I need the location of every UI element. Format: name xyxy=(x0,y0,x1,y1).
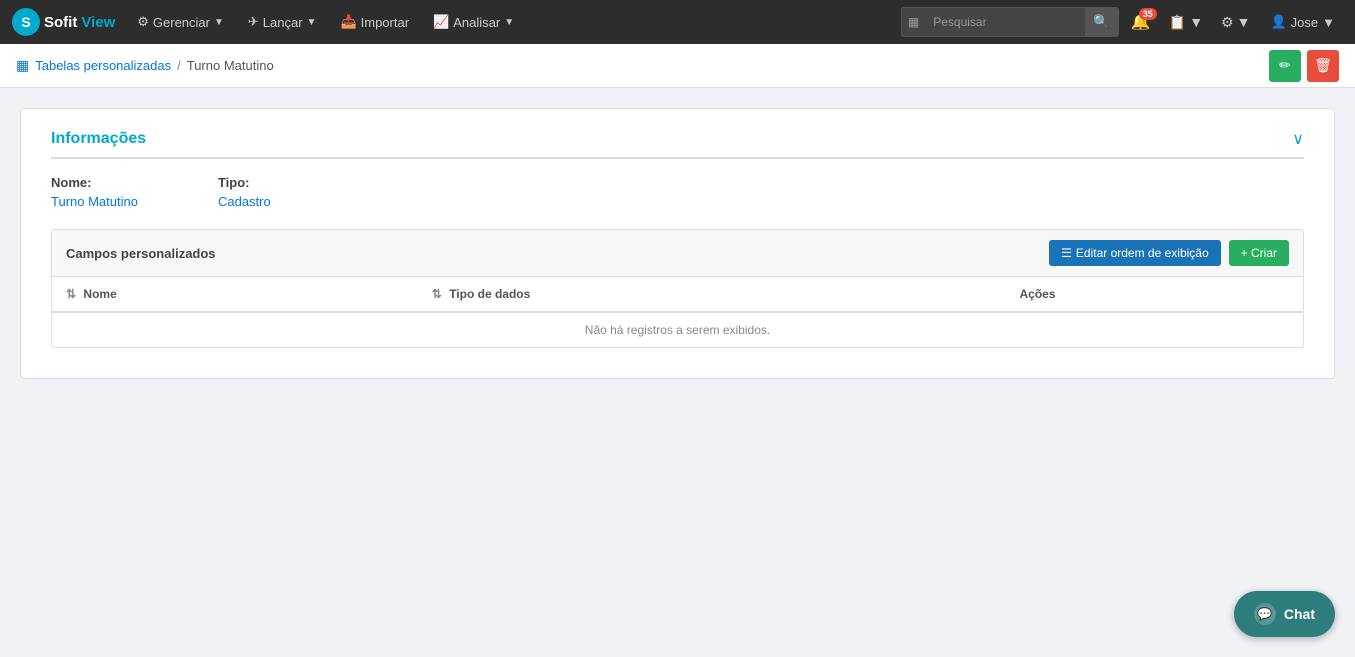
table-header-row: ⇅ Nome ⇅ Tipo de dados Ações xyxy=(52,277,1303,312)
order-icon: ☰ xyxy=(1061,246,1072,260)
table-head: ⇅ Nome ⇅ Tipo de dados Ações xyxy=(52,277,1303,312)
caret-down-icon: ▼ xyxy=(504,17,514,28)
campos-title: Campos personalizados xyxy=(66,246,216,261)
settings-button[interactable]: ⚙ ▼ xyxy=(1215,10,1256,35)
notification-badge: 35 xyxy=(1139,8,1157,20)
breadcrumb-actions: ✏ 🗑 xyxy=(1269,50,1339,82)
navbar-right: ▦ 🔍 🔔 35 📋 ▼ ⚙ ▼ 👤 Jose ▼ xyxy=(901,7,1343,37)
chat-icon: 💬 xyxy=(1254,603,1276,625)
edit-button[interactable]: ✏ xyxy=(1269,50,1301,82)
chevron-down-icon[interactable]: ∨ xyxy=(1292,129,1304,149)
nav-gerenciar[interactable]: ⚙ Gerenciar ▼ xyxy=(127,0,234,44)
info-field-name: Nome: Turno Matutino xyxy=(51,175,138,209)
caret-down-icon: ▼ xyxy=(1189,14,1203,30)
sort-icon: ⇅ xyxy=(66,287,76,301)
info-header: Informações ∨ xyxy=(51,129,1304,159)
table-body: Não há registros a serem exibidos. xyxy=(52,312,1303,347)
data-table: ⇅ Nome ⇅ Tipo de dados Ações xyxy=(52,277,1303,347)
nav-analisar[interactable]: 📈 Analisar ▼ xyxy=(423,0,524,44)
th-type: ⇅ Tipo de dados xyxy=(418,277,1006,312)
th-name: ⇅ Nome xyxy=(52,277,418,312)
launch-icon: ✈ xyxy=(248,14,259,30)
import-icon: 📥 xyxy=(340,14,356,30)
brand-icon: S xyxy=(12,8,40,36)
clipboard-button[interactable]: 📋 ▼ xyxy=(1163,10,1209,35)
caret-down-icon: ▼ xyxy=(214,17,224,28)
search-button[interactable]: 🔍 xyxy=(1085,8,1118,36)
info-section: Informações ∨ Nome: Turno Matutino Tipo:… xyxy=(51,129,1304,209)
campos-section: Campos personalizados ☰ Editar ordem de … xyxy=(51,229,1304,348)
caret-down-icon: ▼ xyxy=(1322,15,1335,30)
breadcrumb-link[interactable]: Tabelas personalizadas xyxy=(35,58,171,73)
table-icon: ▦ xyxy=(16,57,29,74)
nav-lancar[interactable]: ✈ Lançar ▼ xyxy=(238,0,327,44)
brand-sofit: Sofit xyxy=(44,14,77,31)
info-fields: Nome: Turno Matutino Tipo: Cadastro xyxy=(51,175,1304,209)
notifications-button[interactable]: 🔔 35 xyxy=(1125,8,1157,36)
search-box: ▦ 🔍 xyxy=(901,7,1119,37)
breadcrumb-separator: / xyxy=(177,58,181,73)
brand-view: View xyxy=(81,14,115,31)
navbar: S Sofit View ⚙ Gerenciar ▼ ✈ Lançar ▼ 📥 … xyxy=(0,0,1355,44)
brand: S Sofit View xyxy=(12,8,115,36)
main-card: Informações ∨ Nome: Turno Matutino Tipo:… xyxy=(20,108,1335,379)
chat-button[interactable]: 💬 Chat xyxy=(1234,591,1335,637)
type-value: Cadastro xyxy=(218,194,271,209)
delete-button[interactable]: 🗑 xyxy=(1307,50,1339,82)
edit-order-button[interactable]: ☰ Editar ordem de exibição xyxy=(1049,240,1221,266)
grid-icon: ▦ xyxy=(902,15,925,29)
table-container: ⇅ Nome ⇅ Tipo de dados Ações xyxy=(52,277,1303,347)
name-value: Turno Matutino xyxy=(51,194,138,209)
breadcrumb-bar: ▦ Tabelas personalizadas / Turno Matutin… xyxy=(0,44,1355,88)
info-field-type: Tipo: Cadastro xyxy=(218,175,271,209)
name-label: Nome: xyxy=(51,175,138,190)
gear-icon: ⚙ xyxy=(137,14,149,30)
create-button[interactable]: + Criar xyxy=(1229,240,1289,266)
info-title: Informações xyxy=(51,130,146,148)
campos-header: Campos personalizados ☰ Editar ordem de … xyxy=(52,230,1303,277)
table-empty-row: Não há registros a serem exibidos. xyxy=(52,312,1303,347)
campos-actions: ☰ Editar ordem de exibição + Criar xyxy=(1049,240,1289,266)
user-menu-button[interactable]: 👤 Jose ▼ xyxy=(1262,10,1343,34)
search-input[interactable] xyxy=(925,11,1085,33)
breadcrumb: ▦ Tabelas personalizadas / Turno Matutin… xyxy=(16,57,274,74)
main-content: Informações ∨ Nome: Turno Matutino Tipo:… xyxy=(0,88,1355,399)
chart-icon: 📈 xyxy=(433,14,449,30)
breadcrumb-current: Turno Matutino xyxy=(187,58,274,73)
nav-importar[interactable]: 📥 Importar xyxy=(330,0,419,44)
caret-down-icon: ▼ xyxy=(307,17,317,28)
caret-down-icon: ▼ xyxy=(1237,14,1251,30)
sort-icon: ⇅ xyxy=(432,287,442,301)
type-label: Tipo: xyxy=(218,175,271,190)
th-actions: Ações xyxy=(1006,277,1304,312)
empty-message: Não há registros a serem exibidos. xyxy=(52,312,1303,347)
